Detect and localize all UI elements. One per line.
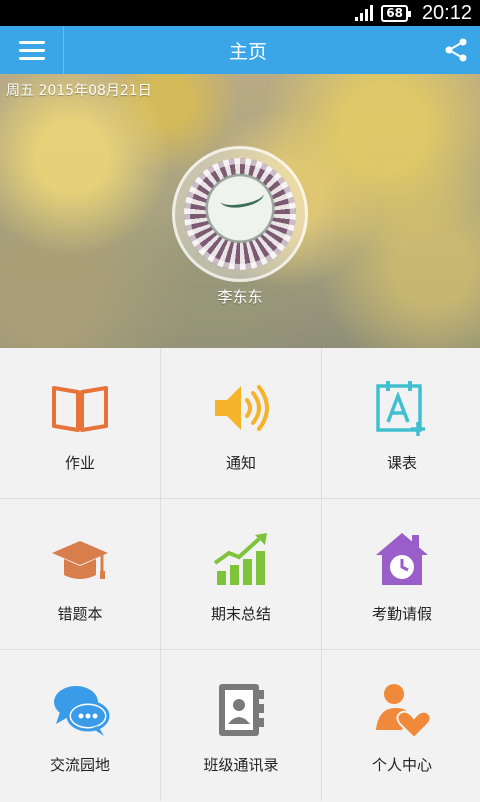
avatar[interactable] <box>184 158 296 270</box>
contacts-book-icon <box>219 684 264 736</box>
grid-item-timetable[interactable]: 课表 <box>322 348 480 498</box>
chat-bubbles-icon <box>54 686 110 736</box>
grid-item-label: 课表 <box>386 454 417 472</box>
avatar-ring[interactable] <box>172 146 308 282</box>
grid-item-label: 错题本 <box>57 605 103 623</box>
grid-item-label: 作业 <box>64 454 95 472</box>
date-label: 周五 2015年08月21日 <box>6 83 152 99</box>
graduation-cap-icon <box>52 541 108 579</box>
grid-item-attendance[interactable]: 考勤请假 <box>322 499 480 649</box>
grid-item-personal-center[interactable]: 个人中心 <box>322 650 480 802</box>
feature-grid: 作业 通知 课表 错题本 期末总结 考勤请假 交流园地 班级通讯录 个人中心 <box>0 348 480 802</box>
grid-item-final-summary[interactable]: 期末总结 <box>161 499 321 649</box>
grid-item-label: 通知 <box>225 454 256 472</box>
menu-button[interactable] <box>0 26 64 74</box>
battery-icon: 68 <box>381 4 411 22</box>
grid-item-label: 考勤请假 <box>371 605 432 623</box>
status-bar: 68 20:12 <box>0 0 480 26</box>
book-icon <box>52 386 108 432</box>
grid-item-class-contacts[interactable]: 班级通讯录 <box>161 650 321 802</box>
share-button[interactable] <box>432 26 480 74</box>
hamburger-icon <box>18 40 45 44</box>
speaker-icon <box>215 385 269 431</box>
grid-item-homework[interactable]: 作业 <box>0 348 160 498</box>
clock: 20:12 <box>421 1 472 24</box>
grid-item-label: 个人中心 <box>371 756 432 774</box>
grid-item-mistake-book[interactable]: 错题本 <box>0 499 160 649</box>
grid-item-label: 交流园地 <box>49 756 110 774</box>
share-icon <box>445 38 467 62</box>
profile-banner: 周五 2015年08月21日 李东东 <box>0 74 480 348</box>
grid-item-label: 班级通讯录 <box>203 756 279 774</box>
user-name: 李东东 <box>217 288 263 306</box>
signal-icon <box>355 5 374 21</box>
person-heart-icon <box>376 684 432 740</box>
grid-item-label: 期末总结 <box>210 605 271 623</box>
growth-chart-icon <box>213 533 267 585</box>
grid-item-notice[interactable]: 通知 <box>161 348 321 498</box>
grid-item-exchange[interactable]: 交流园地 <box>0 650 160 802</box>
calendar-icon <box>376 381 425 436</box>
page-title: 主页 <box>228 40 267 63</box>
house-clock-icon <box>376 533 428 585</box>
app-bar: 主页 <box>0 26 480 74</box>
